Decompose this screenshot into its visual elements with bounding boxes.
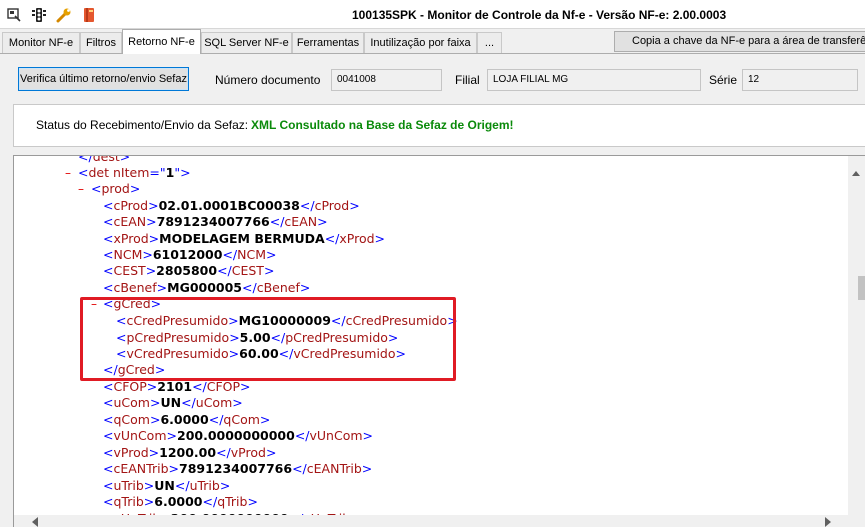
filial-field[interactable]: LOJA FILIAL MG bbox=[487, 69, 701, 91]
tab-more[interactable]: ... bbox=[477, 32, 502, 53]
tab-inutilizacao-por-faixa[interactable]: Inutilização por faixa bbox=[364, 32, 477, 53]
xml-viewer[interactable]: </dest> – <det nItem="1"> – <prod> <cPro… bbox=[13, 155, 865, 527]
wrench-icon[interactable] bbox=[56, 7, 72, 23]
status-value: XML Consultado na Base da Sefaz de Orige… bbox=[251, 118, 514, 132]
book-icon[interactable] bbox=[81, 7, 97, 23]
app-menu-icon[interactable] bbox=[6, 7, 22, 23]
xml-line-xprod: <xProd>MODELAGEM BERMUDA</xProd> bbox=[103, 231, 386, 246]
scroll-up-arrow-icon[interactable] bbox=[852, 171, 860, 176]
xml-line-ceantrib: <cEANTrib>7891234007766</cEANTrib> bbox=[103, 461, 373, 476]
xml-line-cean: <cEAN>7891234007766</cEAN> bbox=[103, 214, 328, 229]
numero-documento-field[interactable]: 0041008 bbox=[331, 69, 442, 91]
tab-sql-server-nfe[interactable]: SQL Server NF-e bbox=[201, 32, 292, 53]
xml-line-det-open: <det nItem="1"> bbox=[78, 165, 191, 180]
scroll-left-arrow-icon[interactable] bbox=[32, 517, 38, 527]
xml-line-utrib: <uTrib>UN</uTrib> bbox=[103, 478, 231, 493]
xml-line-cfop: <CFOP>2101</CFOP> bbox=[103, 379, 251, 394]
horizontal-scrollbar[interactable] bbox=[14, 515, 848, 527]
tab-bar: Monitor NF-e Filtros Retorno NF-e SQL Se… bbox=[0, 29, 865, 54]
serie-field[interactable]: 12 bbox=[742, 69, 858, 91]
traffic-light-icon[interactable] bbox=[31, 7, 47, 23]
tab-monitor-nfe[interactable]: Monitor NF-e bbox=[2, 32, 80, 53]
xml-line-cprod: <cProd>02.01.0001BC00038</cProd> bbox=[103, 198, 360, 213]
verify-last-return-button[interactable]: Verifica último retorno/envio Sefaz bbox=[18, 67, 189, 91]
status-label: Status do Recebimento/Envio da Sefaz: bbox=[36, 118, 249, 132]
xml-line-vprod: <vProd>1200.00</vProd> bbox=[103, 445, 277, 460]
tab-retorno-nfe[interactable]: Retorno NF-e bbox=[122, 29, 201, 54]
title-bar: 100135SPK - Monitor de Controle da Nf-e … bbox=[0, 0, 865, 29]
vertical-scroll-thumb[interactable] bbox=[858, 276, 865, 300]
xml-line-vuncom: <vUnCom>200.0000000000</vUnCom> bbox=[103, 428, 374, 443]
vertical-scrollbar[interactable] bbox=[848, 156, 865, 527]
numero-documento-label: Número documento bbox=[215, 73, 321, 87]
title-bar-icons bbox=[6, 7, 97, 23]
xml-line-prod-open: <prod> bbox=[91, 181, 141, 196]
xml-line-qtrib: <qTrib>6.0000</qTrib> bbox=[103, 494, 258, 509]
gcred-highlight-box bbox=[80, 297, 456, 381]
filial-label: Filial bbox=[455, 73, 480, 87]
xml-line-ucom: <uCom>UN</uCom> bbox=[103, 395, 243, 410]
xml-line-dest-close: </dest> bbox=[78, 155, 131, 164]
window-title: 100135SPK - Monitor de Controle da Nf-e … bbox=[352, 8, 727, 22]
scroll-right-arrow-icon[interactable] bbox=[825, 517, 831, 527]
xml-line-cbenef: <cBenef>MG000005</cBenef> bbox=[103, 280, 311, 295]
xml-line-cest: <CEST>2805800</CEST> bbox=[103, 263, 275, 278]
copy-key-button[interactable]: Copia a chave da NF-e para a área de tra… bbox=[614, 31, 865, 52]
collapse-prod-toggle[interactable]: – bbox=[78, 181, 84, 197]
serie-label: Série bbox=[709, 73, 738, 87]
xml-line-qcom: <qCom>6.0000</qCom> bbox=[103, 412, 271, 427]
tab-ferramentas[interactable]: Ferramentas bbox=[292, 32, 364, 53]
collapse-det-toggle[interactable]: – bbox=[65, 165, 71, 181]
status-panel: Status do Recebimento/Envio da Sefaz: XM… bbox=[13, 104, 865, 147]
xml-line-ncm: <NCM>61012000</NCM> bbox=[103, 247, 277, 262]
tab-filtros[interactable]: Filtros bbox=[80, 32, 122, 53]
